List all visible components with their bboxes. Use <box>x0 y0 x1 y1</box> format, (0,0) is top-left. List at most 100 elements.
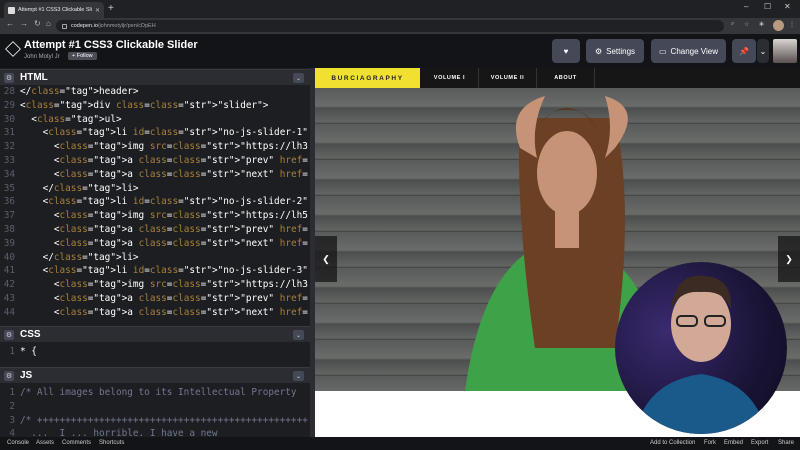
console-button[interactable]: Console <box>7 440 29 446</box>
css-code-line[interactable]: 1 * { <box>0 345 308 359</box>
star-icon[interactable]: ☆ <box>744 21 749 28</box>
home-icon[interactable]: ⌂ <box>46 19 51 28</box>
line-content: <class="tag">a class=class="str">"next" … <box>20 168 308 180</box>
browser-tab[interactable]: Attempt #1 CSS3 Clickable Slider ✕ <box>4 2 104 18</box>
pin-button[interactable]: 📌 <box>732 39 756 63</box>
line-content: <class="tag">img src=class="str">"https:… <box>20 141 308 153</box>
line-number: 1 <box>9 387 15 398</box>
pen-author[interactable]: John Motyl Jr <box>24 54 60 60</box>
preview-navbar: BURCIAGRAPHY VOLUME I VOLUME II ABOUT <box>315 68 800 88</box>
address-bar[interactable]: codepen.io/johnmotyljr/pen/cDpEH <box>56 20 724 32</box>
line-number: 4 <box>9 428 15 437</box>
line-number: 30 <box>3 113 15 125</box>
line-content: <class="tag">img src=class="str">"https:… <box>20 279 308 291</box>
browser-tab-strip: Attempt #1 CSS3 Clickable Slider ✕ + – ☐… <box>0 0 800 18</box>
line-number: 31 <box>3 127 15 139</box>
line-content: <class="tag">li id=class="str">"no-js-sl… <box>20 127 308 139</box>
codepen-logo-icon[interactable] <box>5 41 21 57</box>
pin-icon: 📌 <box>739 46 749 56</box>
html-code-line[interactable]: 35 </class="tag">li> <box>0 182 308 196</box>
browser-toolbar: ← → ↻ ⌂ codepen.io/johnmotyljr/pen/cDpEH… <box>0 18 800 34</box>
maximize-icon[interactable]: ☐ <box>764 2 771 11</box>
js-settings-icon[interactable]: ⚙ <box>4 370 14 381</box>
browser-menu-icon[interactable]: ⋮ <box>789 21 795 28</box>
css-settings-icon[interactable]: ⚙ <box>4 329 14 340</box>
pin-dropdown-button[interactable]: ⌄ <box>757 39 769 63</box>
line-number: 44 <box>3 306 15 318</box>
settings-button[interactable]: ⚙ Settings <box>586 39 644 63</box>
line-number: 33 <box>3 154 15 166</box>
new-tab-icon[interactable]: + <box>108 3 114 15</box>
html-code-line[interactable]: 30 <class="tag">ul> <box>0 113 308 127</box>
html-code-line[interactable]: 36 <class="tag">li id=class="str">"no-js… <box>0 195 308 209</box>
line-number: 2 <box>9 400 15 412</box>
html-code-line[interactable]: 42 <class="tag">img src=class="str">"htt… <box>0 278 308 292</box>
user-avatar[interactable] <box>773 39 797 63</box>
html-code-line[interactable]: 28 </class="tag">header> <box>0 85 308 99</box>
html-code-line[interactable]: 37 <class="tag">img src=class="str">"htt… <box>0 209 308 223</box>
heart-icon: ♥ <box>563 46 569 56</box>
line-number: 34 <box>3 168 15 180</box>
html-code-line[interactable]: 38 <class="tag">a class=class="str">"pre… <box>0 223 308 237</box>
html-code-line[interactable]: 34 <class="tag">a class=class="str">"nex… <box>0 168 308 182</box>
line-number: 37 <box>3 210 15 222</box>
js-code-line[interactable]: 2 <box>0 400 308 414</box>
js-collapse-icon[interactable]: ⌄ <box>293 371 304 381</box>
js-code-line[interactable]: 1 /* All images belong to its Intellectua… <box>0 386 308 400</box>
browser-profile-avatar[interactable] <box>773 20 784 31</box>
minimize-icon[interactable]: – <box>744 2 748 11</box>
js-code-area[interactable]: 1 /* All images belong to its Intellectua… <box>0 386 308 437</box>
share-button[interactable]: Share <box>778 440 794 446</box>
line-number: 36 <box>3 196 15 208</box>
love-button[interactable]: ♥ <box>552 39 580 63</box>
presenter-video <box>635 275 767 434</box>
css-collapse-icon[interactable]: ⌄ <box>293 330 304 340</box>
html-code-line[interactable]: 39 <class="tag">a class=class="str">"nex… <box>0 237 308 251</box>
line-number: 41 <box>3 265 15 277</box>
brand-logo[interactable]: BURCIAGRAPHY <box>315 68 420 88</box>
js-editor-header[interactable]: ⚙ JS ⌄ <box>0 367 310 383</box>
lock-icon <box>62 23 67 29</box>
nav-link-volume-2[interactable]: VOLUME II <box>479 68 537 88</box>
slider-next-arrow[interactable]: ❯ <box>778 236 800 282</box>
follow-button[interactable]: + Follow <box>68 52 97 60</box>
html-code-line[interactable]: 40 </class="tag">li> <box>0 251 308 265</box>
fork-button[interactable]: Fork <box>704 440 716 446</box>
html-code-line[interactable]: 33 <class="tag">a class=class="str">"pre… <box>0 154 308 168</box>
window-close-icon[interactable]: ✕ <box>784 2 791 11</box>
html-code-line[interactable]: 44 <class="tag">a class=class="str">"nex… <box>0 306 308 320</box>
comments-button[interactable]: Comments <box>62 440 91 446</box>
search-icon[interactable]: ⌕ <box>731 21 734 28</box>
html-code-line[interactable]: 43 <class="tag">a class=class="str">"pre… <box>0 292 308 306</box>
reload-icon[interactable]: ↻ <box>34 19 41 28</box>
embed-button[interactable]: Embed <box>724 440 743 446</box>
nav-link-volume-1[interactable]: VOLUME I <box>421 68 479 88</box>
nav-link-about[interactable]: ABOUT <box>537 68 595 88</box>
extensions-icon[interactable]: ✱ <box>759 21 764 28</box>
html-code-line[interactable]: 29 <class="tag">div class=class="str">"sl… <box>0 99 308 113</box>
forward-icon[interactable]: → <box>20 19 28 28</box>
js-code-line[interactable]: 3 /* ++++++++++++++++++++++++++++++++++++… <box>0 414 308 428</box>
html-code-line[interactable]: 32 <class="tag">img src=class="str">"htt… <box>0 140 308 154</box>
pen-title[interactable]: Attempt #1 CSS3 Clickable Slider <box>24 39 198 51</box>
change-view-button[interactable]: ▭ Change View <box>651 39 726 63</box>
css-editor-header[interactable]: ⚙ CSS ⌄ <box>0 326 310 342</box>
js-code-line[interactable]: 4 ... I ... horrible. I have a new <box>0 427 308 437</box>
export-button[interactable]: Export <box>751 440 768 446</box>
shortcuts-button[interactable]: Shortcuts <box>99 440 124 446</box>
html-collapse-icon[interactable]: ⌄ <box>293 73 304 83</box>
html-code-area[interactable]: 28 </class="tag">header> 29 <class="tag">di… <box>0 85 308 326</box>
html-editor-header[interactable]: ⚙ HTML ⌄ <box>0 69 310 85</box>
slider-prev-arrow[interactable]: ❮ <box>315 236 337 282</box>
line-content: <class="tag">img src=class="str">"https:… <box>20 210 308 222</box>
line-content: <class="tag">a class=class="str">"next" … <box>20 237 308 249</box>
change-view-label: Change View <box>670 46 718 56</box>
css-code-area[interactable]: 1 * { <box>0 345 308 367</box>
html-code-line[interactable]: 41 <class="tag">li id=class="str">"no-js… <box>0 264 308 278</box>
close-icon[interactable]: ✕ <box>95 7 100 14</box>
assets-button[interactable]: Assets <box>36 440 54 446</box>
back-icon[interactable]: ← <box>6 19 14 28</box>
html-settings-icon[interactable]: ⚙ <box>4 72 14 83</box>
add-to-collection-button[interactable]: Add to Collection <box>650 440 695 446</box>
html-code-line[interactable]: 31 <class="tag">li id=class="str">"no-js… <box>0 126 308 140</box>
